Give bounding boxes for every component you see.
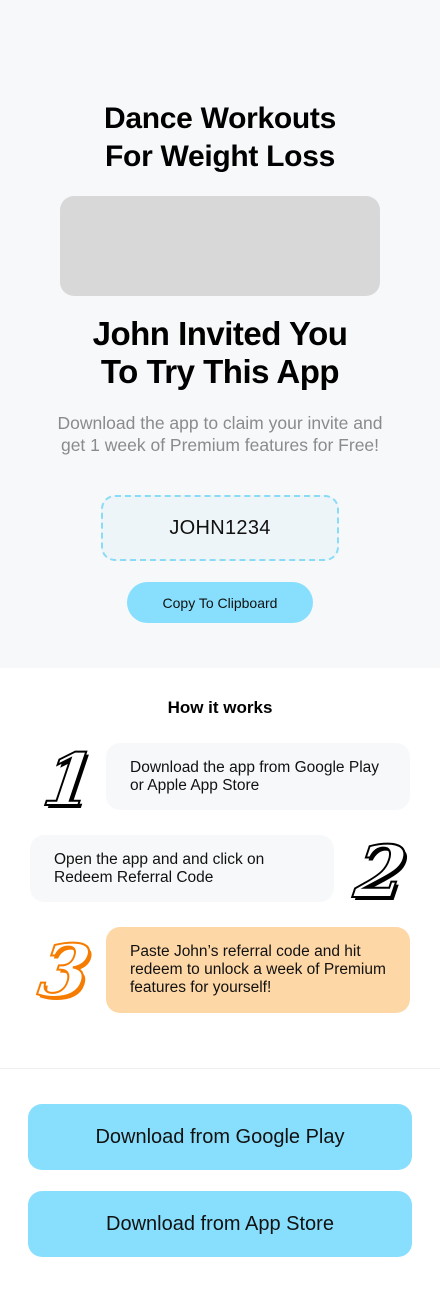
referral-code-box[interactable]: JOHN1234 [101,495,339,561]
referral-code: JOHN1234 [169,516,271,539]
app-title: Dance Workouts For Weight Loss [0,100,440,176]
step-card-2: Open the app and and click on Redeem Ref… [30,835,334,902]
download-google-play-button[interactable]: Download from Google Play [28,1104,412,1170]
step-number-3: 3 [33,927,97,1014]
invite-title-line-2: To Try This App [100,353,340,390]
copy-button-label: Copy To Clipboard [162,594,278,611]
media-placeholder [60,196,380,296]
invite-title: John Invited You To Try This App [0,315,440,391]
step-text-3: Paste John’s referral code and hit redee… [130,943,386,996]
app-title-line-1: Dance Workouts [104,102,336,135]
step-number-1: 1 [37,736,101,823]
how-it-works-title: How it works [167,698,273,717]
invite-title-line-1: John Invited You [92,315,348,352]
app-title-line-2: For Weight Loss [105,140,335,173]
copy-to-clipboard-button[interactable]: Copy To Clipboard [127,582,313,623]
step-text-2: Open the app and and click on Redeem Ref… [54,850,265,886]
download-app-store-label: Download from App Store [106,1212,334,1235]
step-number-2: 2 [349,828,413,915]
download-app-store-button[interactable]: Download from App Store [28,1191,412,1257]
step-text-1: Download the app from Google Play or App… [130,758,380,794]
step-card-1: Download the app from Google Play or App… [106,743,410,810]
download-google-play-label: Download from Google Play [95,1125,345,1148]
step-card-3: Paste John’s referral code and hit redee… [106,927,410,1013]
invite-description: Download the app to claim your invite an… [57,413,383,455]
section-divider [0,1068,440,1069]
